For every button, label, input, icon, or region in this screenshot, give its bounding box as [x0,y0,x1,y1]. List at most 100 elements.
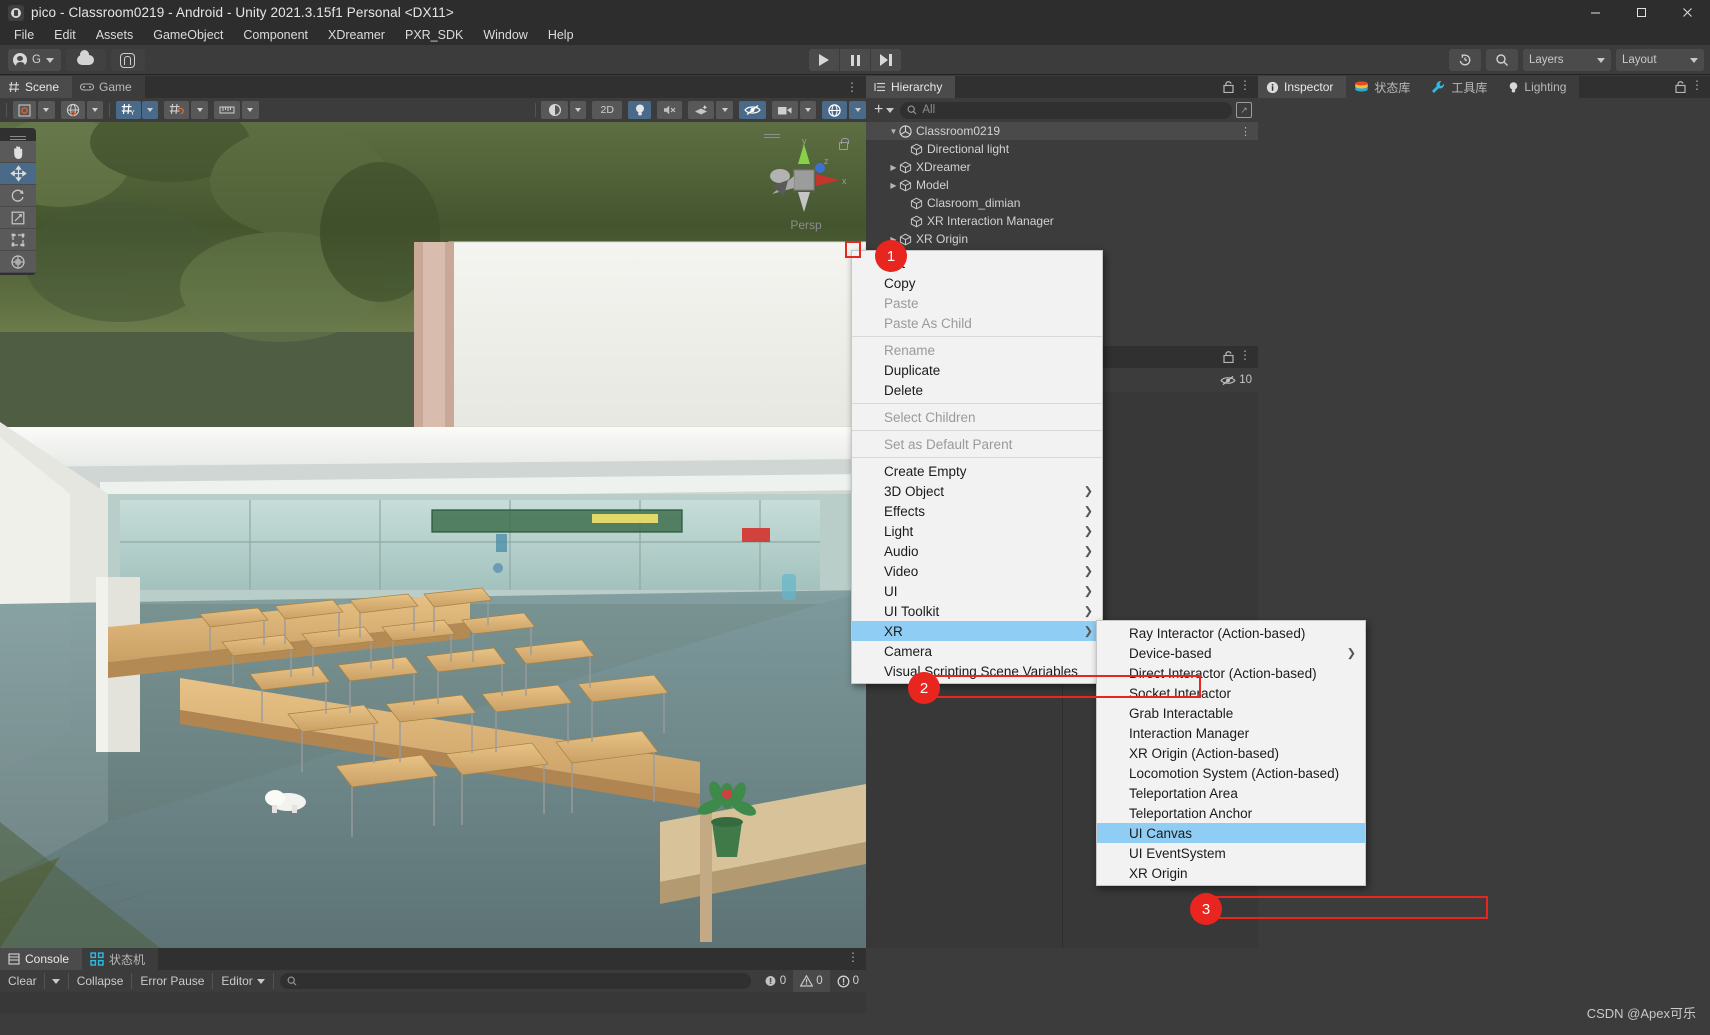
effects-toggle[interactable] [688,101,715,119]
layers-dropdown[interactable]: Layers [1523,49,1611,71]
ctx-duplicate[interactable]: Duplicate [852,360,1102,380]
scene-camera-toggle[interactable] [771,101,798,119]
tab-inspector[interactable]: Inspector [1258,76,1347,98]
hierarchy-item-model[interactable]: ▶ Model [866,176,1258,194]
history-button[interactable] [1449,49,1481,71]
hierarchy-expand-icon[interactable]: ↗ [1236,102,1252,118]
ruler-dropdown[interactable] [242,101,259,119]
ruler-toggle[interactable] [214,101,241,119]
handle-toggle[interactable] [60,101,85,119]
console-editor-dropdown[interactable]: Editor [213,970,272,992]
ctx-xr[interactable]: XR ❯ [852,621,1102,641]
ctx-create-empty[interactable]: Create Empty [852,461,1102,481]
hierarchy-lock-icon[interactable] [1223,80,1234,98]
menu-component[interactable]: Component [233,25,318,45]
pivot-toggle[interactable] [12,101,36,119]
layout-dropdown[interactable]: Layout [1616,49,1704,71]
xr-device-based[interactable]: Device-based ❯ [1097,643,1365,663]
tab-game[interactable]: Game [72,76,145,98]
inspector-lock-icon[interactable] [1675,80,1686,98]
pause-button[interactable] [840,49,870,71]
console-error-pause-button[interactable]: Error Pause [132,970,212,992]
tab-console[interactable]: Console [0,948,83,970]
xr-grab-interactable[interactable]: Grab Interactable [1097,703,1365,723]
audio-toggle[interactable] [657,101,683,119]
hierarchy-item-xr-origin[interactable]: ▶ XR Origin [866,230,1258,248]
xr-ui-canvas[interactable]: UI Canvas [1097,823,1365,843]
search-button[interactable] [1486,49,1518,71]
ctx-copy[interactable]: Copy [852,273,1102,293]
xr-locomotion-system[interactable]: Locomotion System (Action-based) [1097,763,1365,783]
hierarchy-item-classroom0219[interactable]: ▼ Classroom0219 ⋮ [866,122,1258,140]
tab-scene[interactable]: Scene [0,76,73,98]
hierarchy-row-menu[interactable]: ⋮ [1240,125,1251,138]
project-lock-icon[interactable] [1223,350,1234,368]
scene-panel-menu[interactable]: ⋮ [846,80,859,94]
xr-direct-interactor[interactable]: Direct Interactor (Action-based) [1097,663,1365,683]
hierarchy-item-xdreamer[interactable]: ▶ XDreamer [866,158,1258,176]
menu-gameobject[interactable]: GameObject [143,25,233,45]
gizmos-toggle[interactable] [822,101,848,119]
xr-ui-eventsystem[interactable]: UI EventSystem [1097,843,1365,863]
gizmos-dropdown[interactable] [849,101,866,119]
project-menu-button[interactable]: ⋮ [1239,348,1251,362]
xr-teleportation-anchor[interactable]: Teleportation Anchor [1097,803,1365,823]
effects-dropdown[interactable] [716,101,733,119]
snap-toggle[interactable] [164,101,190,119]
tab-lighting[interactable]: Lighting [1500,76,1580,98]
visibility-toggle[interactable] [738,101,766,119]
hierarchy-item-clasroom-dimian[interactable]: Clasroom_dimian [866,194,1258,212]
shading-mode-toggle[interactable] [541,101,568,119]
ctx-audio[interactable]: Audio ❯ [852,541,1102,561]
hierarchy-menu-button[interactable]: ⋮ [1239,78,1251,92]
cloud-button[interactable] [65,49,106,71]
handle-dropdown[interactable] [86,101,104,119]
snap-dropdown[interactable] [191,101,209,119]
ctx-camera[interactable]: Camera [852,641,1102,661]
tab-tool-library[interactable]: 工具库 [1423,76,1501,98]
shading-dropdown[interactable] [569,101,587,119]
hand-tool-button[interactable] [0,141,36,163]
2d-toggle[interactable]: 2D [592,101,623,119]
menu-window[interactable]: Window [473,25,537,45]
console-clear-button[interactable]: Clear [0,970,68,992]
hierarchy-item-directional-light[interactable]: Directional light [866,140,1258,158]
console-collapse-button[interactable]: Collapse [69,970,132,992]
menu-xdreamer[interactable]: XDreamer [318,25,395,45]
scene-view-gizmo[interactable]: y x z Persp [758,128,854,232]
console-search-input[interactable] [279,973,751,989]
ctx-ui-toolkit[interactable]: UI Toolkit ❯ [852,601,1102,621]
hierarchy-item-xr-interaction-manager[interactable]: XR Interaction Manager [866,212,1258,230]
console-log-count[interactable]: 0 [757,970,793,992]
camera-dropdown[interactable] [799,101,817,119]
chevron-right-icon[interactable]: ▶ [888,181,899,190]
ctx-light[interactable]: Light ❯ [852,521,1102,541]
console-error-count[interactable]: 0 [830,970,866,992]
minimize-button[interactable] [1572,0,1618,25]
project-hidden-count[interactable]: 10 [1220,374,1252,386]
xr-origin-action-based[interactable]: XR Origin (Action-based) [1097,743,1365,763]
menu-pxr-sdk[interactable]: PXR_SDK [395,25,473,45]
grid-dropdown[interactable] [141,101,159,119]
ctx-visual-scripting-scene-variables[interactable]: Visual Scripting Scene Variables [852,661,1102,681]
hierarchy-add-button[interactable]: + [872,102,896,118]
menu-assets[interactable]: Assets [86,25,144,45]
tool-palette-handle[interactable] [0,132,36,141]
console-warning-count[interactable]: 0 [793,970,830,992]
ctx-3d-object[interactable]: 3D Object ❯ [852,481,1102,501]
menu-edit[interactable]: Edit [44,25,86,45]
rotate-tool-button[interactable] [0,185,36,207]
pivot-dropdown[interactable] [37,101,55,119]
xr-ray-interactor[interactable]: Ray Interactor (Action-based) [1097,623,1365,643]
transform-tool-button[interactable] [0,251,36,273]
inspector-menu-button[interactable]: ⋮ [1691,78,1703,92]
scene-viewport[interactable]: y x z Persp [0,122,866,948]
move-tool-button[interactable] [0,163,36,185]
hierarchy-search-input[interactable]: All [900,101,1232,119]
ctx-video[interactable]: Video ❯ [852,561,1102,581]
chevron-down-icon[interactable]: ▼ [888,127,899,136]
console-menu-button[interactable]: ⋮ [847,950,859,964]
rect-tool-button[interactable] [0,229,36,251]
xr-origin[interactable]: XR Origin [1097,863,1365,883]
chevron-right-icon[interactable]: ▶ [888,163,899,172]
